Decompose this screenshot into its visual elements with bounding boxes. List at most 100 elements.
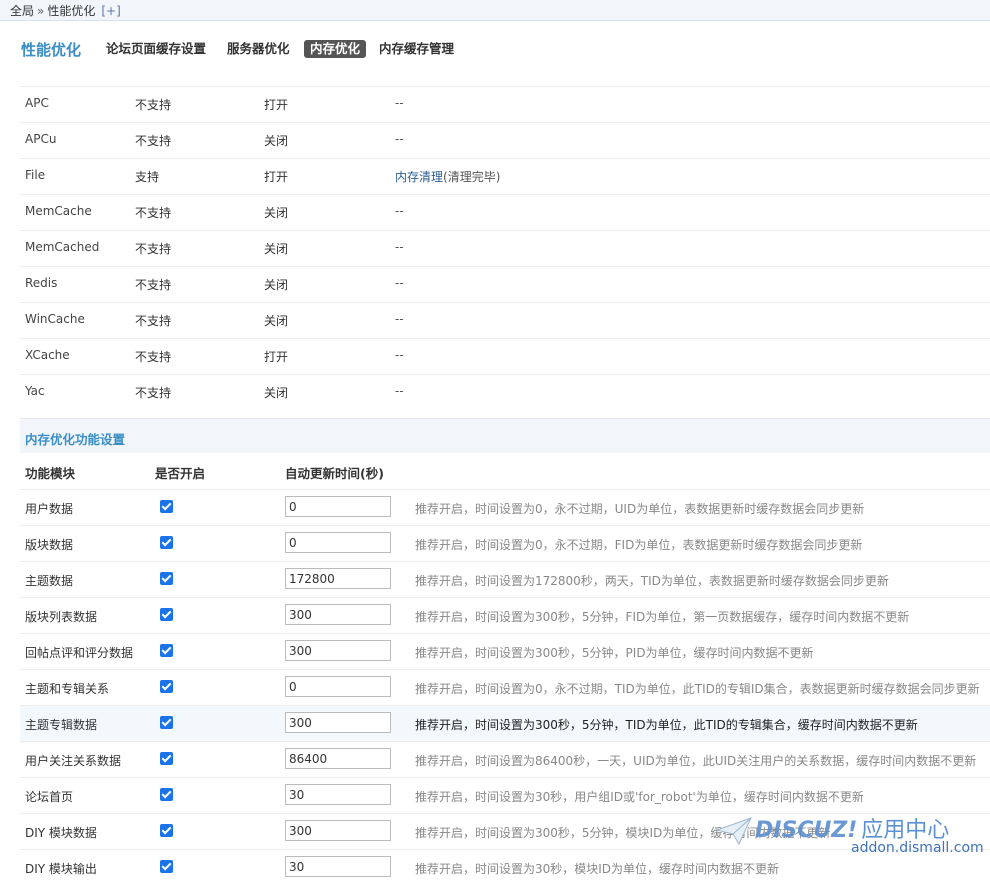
enabled-state: 关闭 [264, 386, 289, 400]
enabled-state: 打开 [264, 98, 289, 112]
add-shortcut-button[interactable]: [+] [101, 4, 120, 18]
support-row: APC 不支持 打开 -- [20, 86, 990, 123]
support-row: APCu 不支持 关闭 -- [20, 122, 990, 159]
page-nav: 性能优化 论坛页面缓存设置 服务器优化 内存优化 内存缓存管理 [0, 38, 990, 62]
module-description: 推荐开启，时间设置为300秒，5分钟，PID为单位，缓存时间内数据不更新 [415, 646, 814, 660]
cache-type-name: WinCache [25, 312, 85, 326]
module-enabled-checkbox[interactable] [160, 500, 173, 513]
cache-info: 内存清理(清理完毕) [395, 168, 500, 185]
support-status: 不支持 [135, 206, 172, 220]
watermark-url: addon.dismall.com [851, 840, 984, 856]
cache-type-name: MemCached [25, 240, 100, 254]
module-row: 主题专辑数据 推荐开启，时间设置为300秒，5分钟，TID为单位，此TID的专辑集… [20, 705, 990, 742]
module-name: 主题专辑数据 [25, 718, 98, 732]
enabled-state: 关闭 [264, 134, 289, 148]
cache-type-name: APCu [25, 132, 57, 146]
cache-info: -- [395, 132, 404, 146]
cache-type-name: Redis [25, 276, 58, 290]
module-ttl-input[interactable] [285, 784, 391, 805]
module-description: 推荐开启，时间设置为30秒，用户组ID或'for_robot'为单位，缓存时间内… [415, 790, 864, 804]
cache-info: -- [395, 384, 404, 398]
cache-type-name: APC [25, 96, 49, 110]
support-row: WinCache 不支持 关闭 -- [20, 302, 990, 339]
section-title: 内存优化功能设置 [25, 432, 126, 447]
cache-info: -- [395, 240, 404, 254]
module-row: 版块列表数据 推荐开启，时间设置为300秒，5分钟，FID为单位，第一页数据缓存，… [20, 597, 990, 634]
support-status: 不支持 [135, 350, 172, 364]
module-row: 用户关注关系数据 推荐开启，时间设置为86400秒，一天，UID为单位，此UID关… [20, 741, 990, 778]
module-enabled-checkbox[interactable] [160, 860, 173, 873]
module-enabled-checkbox[interactable] [160, 680, 173, 693]
support-status: 不支持 [135, 278, 172, 292]
enabled-state: 关闭 [264, 314, 289, 328]
cache-info: -- [395, 276, 404, 290]
cache-info: -- [395, 312, 404, 326]
module-ttl-input[interactable] [285, 856, 391, 877]
module-ttl-input[interactable] [285, 820, 391, 841]
support-status: 支持 [135, 170, 160, 184]
module-enabled-checkbox[interactable] [160, 716, 173, 729]
module-ttl-input[interactable] [285, 496, 391, 517]
clear-status: (清理完毕) [443, 170, 501, 184]
support-row: Yac 不支持 关闭 -- [20, 374, 990, 411]
module-ttl-input[interactable] [285, 676, 391, 697]
module-enabled-checkbox[interactable] [160, 572, 173, 585]
enabled-state: 关闭 [264, 242, 289, 256]
module-description: 推荐开启，时间设置为0，永不过期，TID为单位，此TID的专辑ID集合，表数据更… [415, 682, 980, 696]
module-enabled-checkbox[interactable] [160, 644, 173, 657]
module-name: 论坛首页 [25, 790, 74, 804]
module-name: 版块列表数据 [25, 610, 98, 624]
module-enabled-checkbox[interactable] [160, 824, 173, 837]
tab-memory-optimization[interactable]: 内存优化 [304, 40, 367, 58]
tab-server-optimization[interactable]: 服务器优化 [223, 40, 294, 58]
breadcrumb-root[interactable]: 全局 [10, 4, 34, 18]
module-description: 推荐开启，时间设置为172800秒，两天，TID为单位，表数据更新时缓存数据会同… [415, 574, 889, 588]
module-row: 主题和专辑关系 推荐开启，时间设置为0，永不过期，TID为单位，此TID的专辑ID… [20, 669, 990, 706]
cache-info: -- [395, 348, 404, 362]
enabled-state: 打开 [264, 170, 289, 184]
top-breadcrumb-bar: 全局» 性能优化 [+] [0, 0, 990, 21]
module-description: 推荐开启，时间设置为0，永不过期，FID为单位，表数据更新时缓存数据会同步更新 [415, 538, 863, 552]
support-row: XCache 不支持 打开 -- [20, 338, 990, 375]
module-enabled-checkbox[interactable] [160, 608, 173, 621]
module-row: 回帖点评和评分数据 推荐开启，时间设置为300秒，5分钟，PID为单位，缓存时间内… [20, 633, 990, 670]
module-ttl-input[interactable] [285, 748, 391, 769]
module-description: 推荐开启，时间设置为86400秒，一天，UID为单位，此UID关注用户的关系数据… [415, 754, 977, 768]
breadcrumb: 全局» 性能优化 [+] [10, 2, 121, 19]
cache-type-name: File [25, 168, 46, 182]
module-description: 推荐开启，时间设置为300秒，5分钟，TID为单位，此TID的专辑集合，缓存时间… [415, 718, 918, 732]
watermark: DISCUZ! 应用中心 addon.dismall.com [715, 810, 985, 870]
module-name: 用户数据 [25, 502, 74, 516]
cache-type-name: Yac [25, 384, 45, 398]
column-enabled: 是否开启 [155, 466, 206, 481]
module-enabled-checkbox[interactable] [160, 788, 173, 801]
module-description: 推荐开启，时间设置为0，永不过期，UID为单位，表数据更新时缓存数据会同步更新 [415, 502, 865, 516]
support-row: MemCached 不支持 关闭 -- [20, 230, 990, 267]
enabled-state: 关闭 [264, 206, 289, 220]
support-status: 不支持 [135, 98, 172, 112]
support-row: Redis 不支持 关闭 -- [20, 266, 990, 303]
module-row: 版块数据 推荐开启，时间设置为0，永不过期，FID为单位，表数据更新时缓存数据会同… [20, 525, 990, 562]
module-name: DIY 模块输出 [25, 862, 97, 876]
support-row: MemCache 不支持 关闭 -- [20, 194, 990, 231]
cache-info: -- [395, 204, 404, 218]
tab-memory-cache-management[interactable]: 内存缓存管理 [375, 40, 458, 58]
module-name: 回帖点评和评分数据 [25, 646, 134, 660]
breadcrumb-separator: » [37, 4, 45, 18]
module-ttl-input[interactable] [285, 532, 391, 553]
cache-type-name: XCache [25, 348, 70, 362]
module-ttl-input[interactable] [285, 712, 391, 733]
tab-page-cache-settings[interactable]: 论坛页面缓存设置 [102, 40, 210, 58]
module-enabled-checkbox[interactable] [160, 752, 173, 765]
enabled-state: 打开 [264, 350, 289, 364]
module-ttl-input[interactable] [285, 604, 391, 625]
module-ttl-input[interactable] [285, 568, 391, 589]
module-ttl-input[interactable] [285, 640, 391, 661]
module-name: 主题和专辑关系 [25, 682, 110, 696]
module-row: 用户数据 推荐开启，时间设置为0，永不过期，UID为单位，表数据更新时缓存数据会同… [20, 489, 990, 526]
paper-plane-icon [715, 817, 752, 846]
module-row: 主题数据 推荐开启，时间设置为172800秒，两天，TID为单位，表数据更新时缓存… [20, 561, 990, 598]
module-enabled-checkbox[interactable] [160, 536, 173, 549]
section-header: 内存优化功能设置 [20, 418, 990, 453]
clear-memory-link[interactable]: 内存清理 [395, 170, 443, 184]
